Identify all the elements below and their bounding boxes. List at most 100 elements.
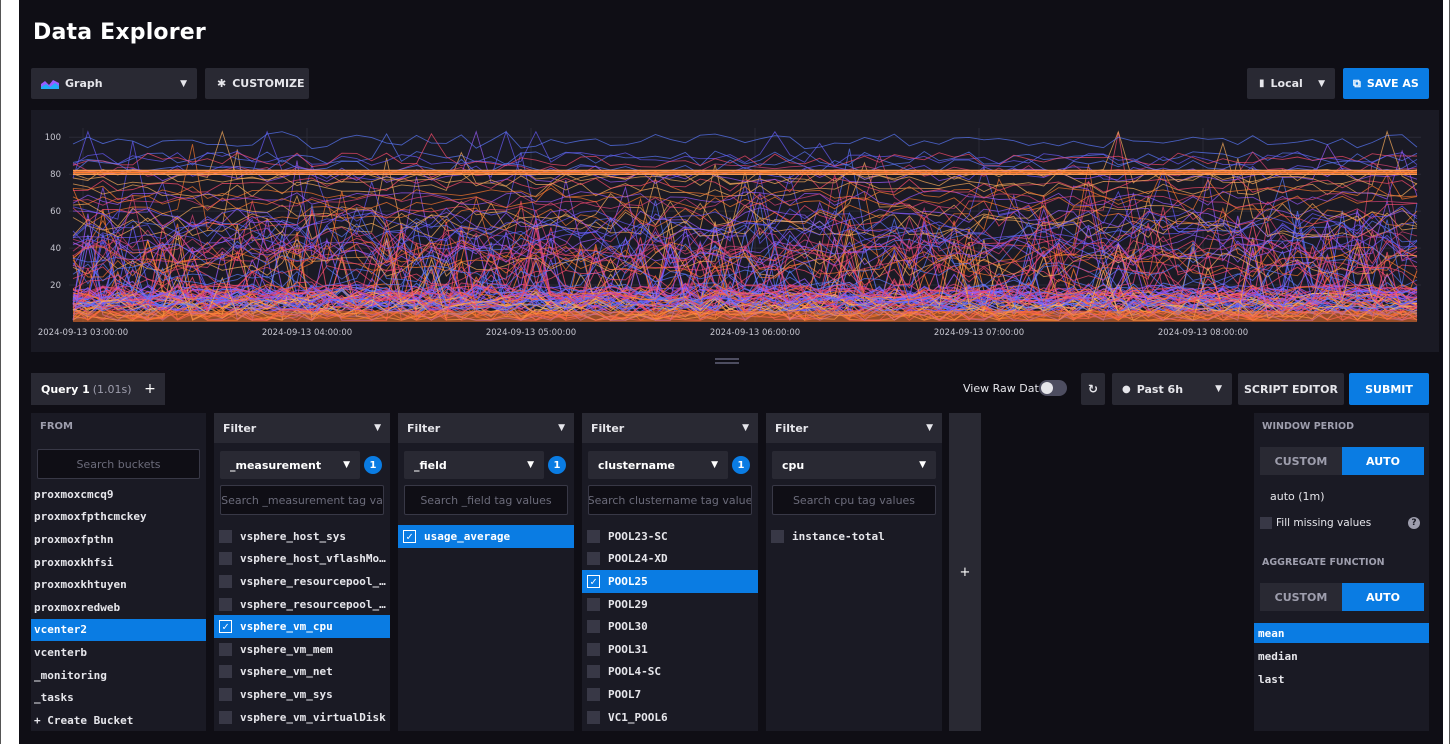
tag-key-select[interactable]: clustername ▼ (588, 451, 728, 479)
checkbox[interactable] (587, 687, 600, 701)
tag-key-select[interactable]: _field ▼ (404, 451, 544, 479)
tag-value-item[interactable]: vsphere_vm_sys (214, 683, 390, 706)
bucket-item[interactable]: vcenter2 (31, 618, 206, 642)
bucket-item[interactable]: + Create Bucket (31, 709, 206, 732)
view-type-dropdown[interactable]: Graph ▼ (31, 68, 197, 99)
bucket-item[interactable]: proxmoxfpthcmckey (31, 506, 206, 529)
tag-value-item[interactable]: instance-total (766, 525, 942, 548)
filter-header[interactable]: Filter▼✕ (582, 413, 776, 443)
tag-value-item[interactable]: POOL30 (582, 615, 758, 638)
graph-panel[interactable]: 100 80 60 40 20 2024-09-13 03:00:00 2024-09-13… (31, 110, 1439, 352)
fill-missing-checkbox[interactable] (1260, 517, 1272, 529)
y-tick-label: 100 (45, 133, 61, 143)
window-auto-button[interactable]: AUTO (1342, 447, 1424, 475)
aggregate-function-item[interactable]: median (1254, 646, 1429, 666)
refresh-button[interactable]: ↻ (1081, 373, 1105, 405)
tag-value-item[interactable]: POOL7 (582, 683, 758, 706)
view-raw-data-toggle[interactable] (1039, 380, 1067, 396)
filter-header[interactable]: Filter▼✕ (398, 413, 592, 443)
checkbox[interactable] (587, 552, 600, 566)
checkbox[interactable] (219, 574, 232, 588)
checkbox[interactable] (219, 529, 232, 543)
filter-header-label: Filter (223, 421, 257, 435)
checkbox[interactable]: ✓ (403, 529, 416, 543)
tag-value-item[interactable]: ✓ usage_average (398, 525, 574, 548)
series-line (72, 130, 1418, 187)
tag-value-item[interactable]: vsphere_host_sys (214, 525, 390, 548)
tag-value-item[interactable]: POOL29 (582, 593, 758, 616)
checkbox[interactable] (219, 665, 232, 679)
aggregate-function-item[interactable]: last (1254, 669, 1429, 689)
tag-value-item[interactable]: ✓ vsphere_vm_cpu (214, 615, 390, 638)
time-range-dropdown[interactable]: ● Past 6h ▼ (1112, 373, 1232, 405)
tag-value-search-input[interactable]: Search _field tag values (404, 485, 568, 515)
bucket-search-input[interactable]: Search buckets (37, 449, 200, 479)
checkbox[interactable]: ✓ (587, 574, 600, 588)
line-graph[interactable]: 100 80 60 40 20 2024-09-13 03:00:00 2024-09-13… (31, 110, 1439, 352)
checkbox[interactable] (219, 597, 232, 611)
bucket-item[interactable]: proxmoxredweb (31, 596, 206, 619)
script-editor-label: SCRIPT EDITOR (1243, 382, 1338, 396)
tag-value-item[interactable]: POOL4-SC (582, 661, 758, 684)
bucket-item[interactable]: _monitoring (31, 664, 206, 687)
timezone-dropdown[interactable]: ▮ Local ▼ (1247, 68, 1335, 99)
tag-value-item[interactable]: POOL31 (582, 638, 758, 661)
tag-value-item[interactable]: vsphere_resourcepool_… (214, 570, 390, 593)
bucket-item[interactable]: proxmoxcmcq9 (31, 483, 206, 506)
tag-value-item[interactable]: POOL24-XD (582, 548, 758, 571)
tag-value-item[interactable]: ✓ POOL25 (582, 570, 758, 593)
x-tick-label: 2024-09-13 08:00:00 (1158, 328, 1248, 338)
customize-label: CUSTOMIZE (232, 77, 305, 90)
window-custom-button[interactable]: CUSTOM (1260, 447, 1342, 475)
tag-value-item[interactable]: POOL23-SC (582, 525, 758, 548)
filter-panel-cpu: Filter▼✕ cpu▼ Search cpu tag values instanc… (766, 413, 960, 731)
checkbox[interactable] (219, 687, 232, 701)
bucket-item[interactable]: proxmoxfpthn (31, 528, 206, 551)
tag-value-item[interactable]: vsphere_vm_mem (214, 638, 390, 661)
customize-button[interactable]: ✱ CUSTOMIZE (205, 68, 309, 99)
checkbox[interactable] (587, 710, 600, 724)
tag-value-label: POOL29 (608, 597, 648, 611)
bucket-item[interactable]: proxmoxkhtuyen (31, 573, 206, 596)
tag-value-item[interactable]: vsphere_vm_net (214, 661, 390, 684)
bucket-item[interactable]: proxmoxkhfsi (31, 551, 206, 574)
gear-icon: ✱ (217, 77, 227, 90)
tag-value-search-input[interactable]: Search _measurement tag va (220, 485, 384, 515)
filter-header[interactable]: Filter▼✕ (766, 413, 960, 443)
tag-value-search-input[interactable]: Search clustername tag value (588, 485, 752, 515)
checkbox[interactable] (587, 665, 600, 679)
resize-handle[interactable] (715, 358, 739, 360)
checkbox[interactable] (771, 529, 784, 543)
tag-value-list: instance-total (766, 525, 942, 548)
checkbox[interactable] (219, 710, 232, 724)
checkbox[interactable]: ✓ (219, 620, 232, 634)
checkbox[interactable] (587, 529, 600, 543)
series-band (73, 310, 1417, 322)
checkbox[interactable] (587, 642, 600, 656)
tag-value-item[interactable]: vsphere_vm_virtualDisk (214, 706, 390, 729)
tag-key-select[interactable]: _measurement ▼ (220, 451, 360, 479)
help-icon[interactable]: ? (1408, 517, 1420, 529)
tag-value-item[interactable]: vsphere_host_vflashMo… (214, 548, 390, 571)
checkbox[interactable] (587, 597, 600, 611)
add-query-button[interactable]: + (135, 373, 165, 405)
save-as-button[interactable]: ⧉ SAVE AS (1343, 68, 1429, 99)
tag-value-item[interactable]: VC1_POOL6 (582, 706, 758, 729)
submit-button[interactable]: SUBMIT (1349, 373, 1429, 405)
tag-value-search-input[interactable]: Search cpu tag values (772, 485, 936, 515)
function-custom-button[interactable]: CUSTOM (1260, 583, 1342, 611)
checkbox[interactable] (587, 620, 600, 634)
bucket-item[interactable]: vcenterb (31, 641, 206, 664)
tag-value-item[interactable]: vsphere_resourcepool_… (214, 593, 390, 616)
checkbox[interactable] (219, 642, 232, 656)
add-filter-button[interactable]: + (949, 413, 981, 731)
tag-value-label: instance-total (792, 529, 885, 543)
tag-key-select[interactable]: cpu ▼ (772, 451, 936, 479)
function-auto-button[interactable]: AUTO (1342, 583, 1424, 611)
query-tab[interactable]: Query 1 (1.01s) (31, 373, 142, 405)
checkbox[interactable] (219, 552, 232, 566)
aggregate-function-item[interactable]: mean (1254, 623, 1429, 643)
script-editor-button[interactable]: SCRIPT EDITOR (1238, 373, 1344, 405)
bucket-item[interactable]: _tasks (31, 686, 206, 709)
filter-header[interactable]: Filter ▼ (214, 413, 390, 443)
